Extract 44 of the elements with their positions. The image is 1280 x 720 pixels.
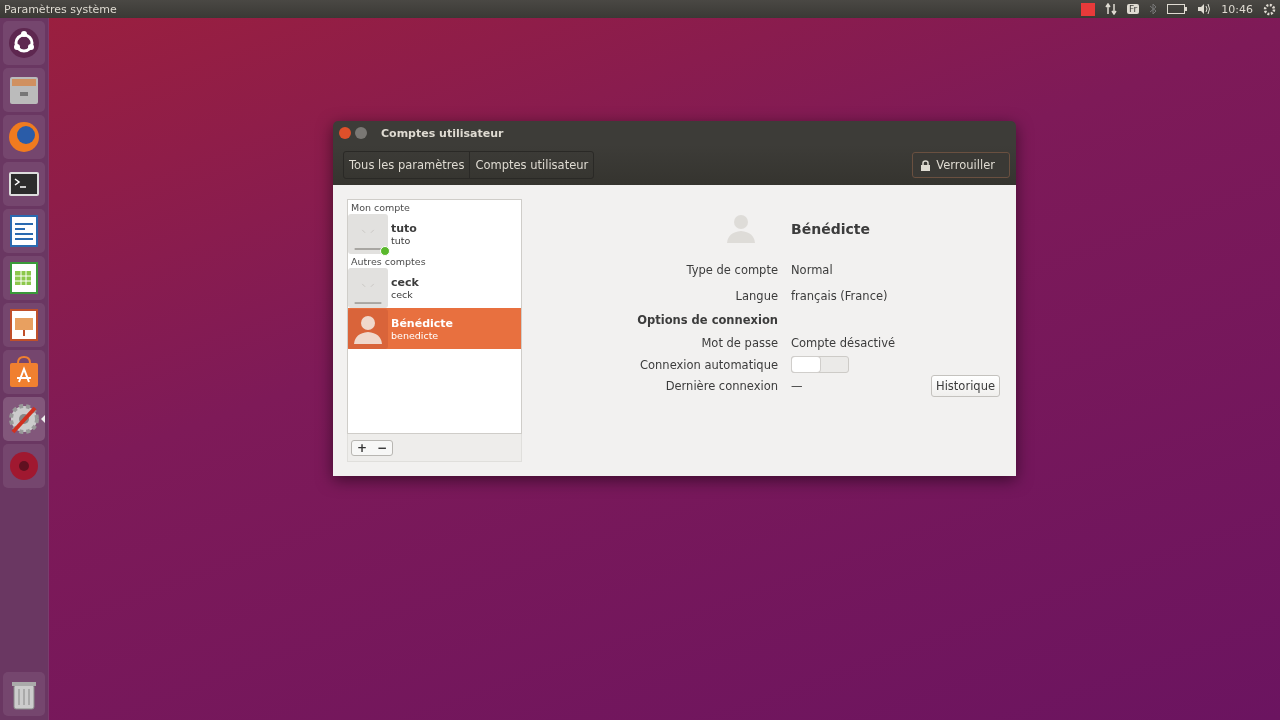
- running-indicator-icon: [41, 415, 45, 423]
- blank-avatar-icon: [354, 283, 382, 304]
- section-heading: Options de connexion: [637, 313, 778, 327]
- network-arrows-icon[interactable]: [1105, 3, 1118, 15]
- blank-avatar-icon: [354, 229, 382, 250]
- battery-icon[interactable]: [1167, 4, 1188, 14]
- field-label: Langue: [735, 289, 778, 303]
- breadcrumb-button[interactable]: Comptes utilisateur: [470, 152, 594, 178]
- lock-icon: [921, 159, 931, 171]
- field-value: Compte désactivé: [791, 336, 896, 350]
- window-title: Comptes utilisateur: [381, 126, 504, 140]
- volume-icon[interactable]: [1197, 3, 1212, 15]
- user-name: Bénédicte: [391, 316, 454, 330]
- user-login: ceck: [391, 288, 414, 300]
- field-value: —: [791, 378, 803, 393]
- user-name: tuto: [391, 221, 417, 235]
- field-label: Dernière connexion: [665, 378, 778, 393]
- field-value: Normal: [791, 262, 833, 277]
- user-row[interactable]: ceck ceck: [348, 267, 521, 308]
- field-label: Type de compte: [686, 262, 778, 277]
- user-name: ceck: [391, 275, 419, 289]
- user-login: benedicte: [391, 329, 440, 341]
- add-user-button[interactable]: +: [352, 440, 373, 455]
- lock-button[interactable]: Verrouiller: [912, 152, 1010, 178]
- group-heading: Mon compte: [350, 201, 411, 213]
- minimize-button[interactable]: [355, 127, 367, 139]
- close-button[interactable]: [339, 127, 351, 139]
- group-heading: Autres comptes: [350, 255, 427, 267]
- field-value: français (France): [791, 289, 888, 303]
- bluetooth-icon[interactable]: [1149, 3, 1158, 15]
- record-indicator-icon[interactable]: [1081, 2, 1096, 16]
- breadcrumb-button[interactable]: Tous les paramètres: [344, 152, 471, 178]
- toggle-switch[interactable]: [791, 356, 849, 373]
- app-title: Paramètres système: [4, 2, 118, 16]
- field-label: Connexion automatique: [640, 357, 778, 372]
- user-login: tuto: [391, 234, 412, 246]
- field-label: Mot de passe: [701, 336, 778, 350]
- clock[interactable]: 10:46: [1221, 2, 1253, 16]
- history-button[interactable]: Historique: [931, 374, 1000, 397]
- account-name: Bénédicte: [791, 221, 871, 237]
- remove-user-button[interactable]: −: [372, 440, 393, 455]
- settings-gear-icon[interactable]: [1263, 2, 1276, 16]
- keyboard-layout-indicator[interactable]: Fr: [1127, 4, 1140, 14]
- user-row[interactable]: tuto tuto: [348, 213, 521, 254]
